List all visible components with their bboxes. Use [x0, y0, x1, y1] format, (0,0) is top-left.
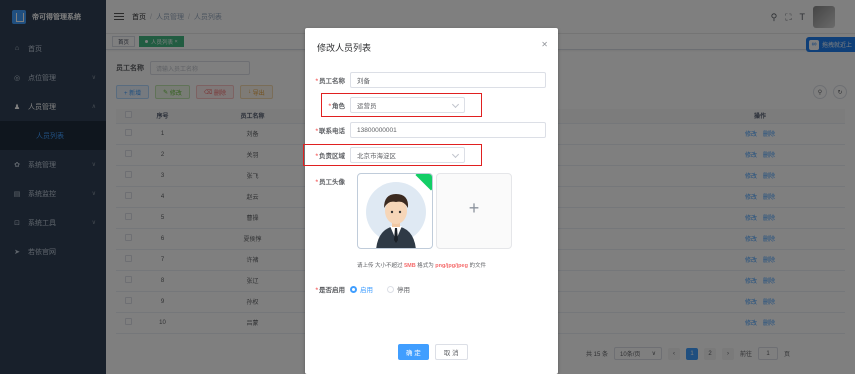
phone-label: *联系电话	[315, 128, 345, 135]
radio-unchecked-icon	[387, 285, 394, 293]
upload-tip: 请上传 大小不超过 5MB 格式为 png/jpg/jpeg 的文件	[357, 263, 487, 269]
region-highlight-box	[303, 144, 482, 166]
avatar-image	[366, 182, 426, 248]
avatar-upload-button[interactable]: +	[436, 173, 512, 249]
dialog-title: 修改人员列表	[317, 43, 372, 53]
phone-input[interactable]: 13800000001	[350, 122, 546, 138]
close-icon[interactable]: ✕	[541, 40, 548, 49]
cancel-button[interactable]: 取 消	[434, 344, 468, 360]
radio-disabled[interactable]: 停用	[387, 284, 410, 294]
name-label: *员工名称	[315, 78, 345, 85]
confirm-button[interactable]: 确 定	[398, 344, 429, 360]
radio-label: 停用	[397, 287, 410, 294]
avatar-label: *员工头像	[315, 179, 345, 186]
radio-enabled[interactable]: 启用	[350, 284, 373, 294]
name-input[interactable]: 刘备	[350, 72, 546, 88]
avatar-preview[interactable]	[357, 173, 433, 249]
role-highlight-box	[321, 93, 482, 117]
radio-label: 启用	[360, 287, 373, 294]
edit-staff-dialog: 修改人员列表 ✕ *员工名称 刘备 *角色 运营员 *联系电话 13800000…	[303, 28, 558, 374]
plus-icon: +	[468, 198, 480, 218]
radio-checked-icon	[350, 285, 357, 293]
enabled-label: *是否启用	[315, 287, 345, 294]
